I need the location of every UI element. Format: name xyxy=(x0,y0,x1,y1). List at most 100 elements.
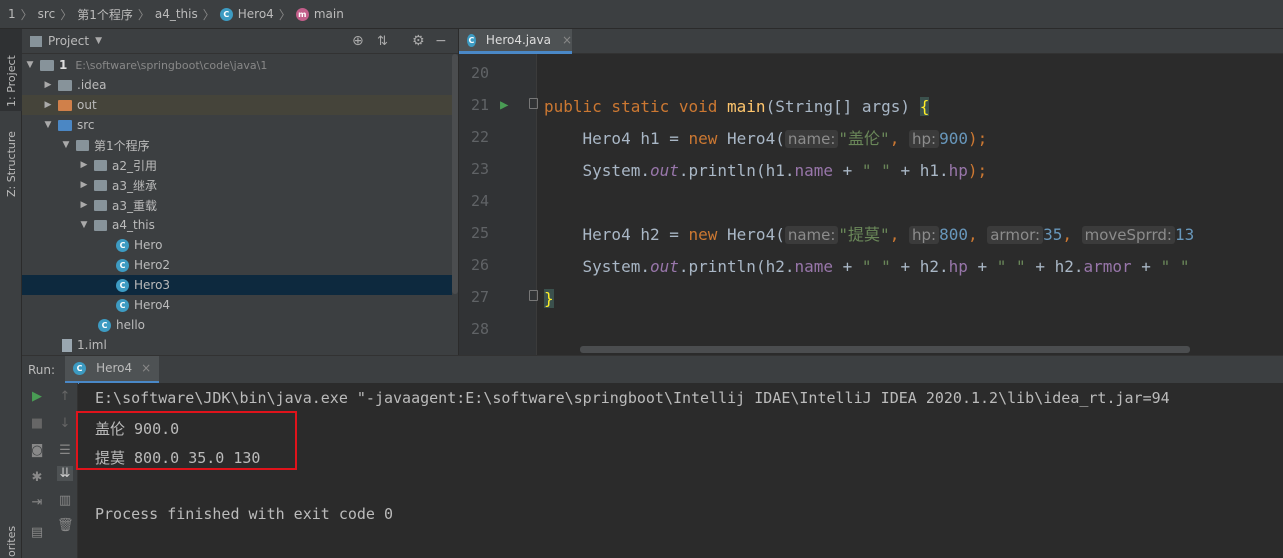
code-token: + xyxy=(833,161,862,180)
code-token: hp xyxy=(948,257,968,276)
soft-wrap-icon[interactable]: ☰ xyxy=(57,443,73,458)
dropdown-arrow-icon[interactable]: ▼ xyxy=(95,36,102,46)
breadcrumb-item-package[interactable]: 第1个程序 xyxy=(77,6,133,23)
code-token: Hero4( xyxy=(727,129,785,148)
exit-icon[interactable]: ⇥ xyxy=(29,495,45,510)
line-number: 23 xyxy=(470,160,489,178)
tree-item-hello[interactable]: C hello xyxy=(22,315,458,335)
project-scrollbar[interactable] xyxy=(452,54,458,355)
fold-icon[interactable] xyxy=(529,98,538,109)
arrow-up-icon[interactable]: ↑ xyxy=(57,389,73,404)
breadcrumb-item-class[interactable]: C Hero4 xyxy=(219,7,274,21)
breadcrumb-item-subpackage[interactable]: a4_this xyxy=(155,7,198,21)
project-tool-tab[interactable]: 1: Project xyxy=(0,29,22,111)
structure-tool-tab[interactable]: Z: Structure xyxy=(0,117,22,203)
chevron-down-icon[interactable]: ▼ xyxy=(60,140,72,150)
code-token: + h2. xyxy=(1025,257,1084,276)
code-token: name xyxy=(794,161,833,180)
layout-icon[interactable]: ▤ xyxy=(29,525,45,540)
tree-root[interactable]: ▼ 1 E:\software\springboot\code\java\1 xyxy=(22,55,458,75)
class-icon: C xyxy=(467,33,476,47)
code-token: } xyxy=(544,289,554,308)
chevron-right-icon[interactable]: ▶ xyxy=(42,80,54,90)
chevron-down-icon[interactable]: ▼ xyxy=(42,120,54,130)
chevron-right-icon[interactable]: ▶ xyxy=(78,200,90,210)
console-command-line: E:\software\JDK\bin\java.exe "-javaagent… xyxy=(95,389,1170,407)
chevron-right-icon[interactable]: ▶ xyxy=(42,100,54,110)
code-token: Hero4( xyxy=(727,225,785,244)
tree-item-label: Hero2 xyxy=(134,258,171,272)
breadcrumb-item-method[interactable]: m main xyxy=(295,7,344,21)
class-icon: C xyxy=(219,7,233,21)
root-path: E:\software\springboot\code\java\1 xyxy=(75,58,268,72)
file-icon xyxy=(62,338,72,352)
tree-item-label: Hero3 xyxy=(134,278,171,292)
editor-tab-bar: C Hero4.java × xyxy=(459,29,1283,54)
tree-item-package-1[interactable]: ▼ 第1个程序 xyxy=(22,135,458,155)
tree-item-hero2[interactable]: C Hero2 xyxy=(22,255,458,275)
method-icon: m xyxy=(295,7,309,21)
scroll-to-end-icon[interactable]: ⇊ xyxy=(57,466,73,481)
run-console[interactable]: E:\software\JDK\bin\java.exe "-javaagent… xyxy=(79,383,1283,558)
tree-item-a3-overload[interactable]: ▶ a3_重载 xyxy=(22,195,458,215)
run-tab-hero4[interactable]: C Hero4 × xyxy=(65,355,160,384)
code-token: new xyxy=(688,129,728,148)
tree-item-a4[interactable]: ▼ a4_this xyxy=(22,215,458,235)
tree-item-src[interactable]: ▼ src xyxy=(22,115,458,135)
chevron-down-icon[interactable]: ▼ xyxy=(78,220,90,230)
class-icon: C xyxy=(98,318,111,332)
tree-item-label: a4_this xyxy=(112,218,155,232)
code-editor[interactable]: public static void main(String[] args) {… xyxy=(538,54,1283,355)
tree-item-idea[interactable]: ▶ .idea xyxy=(22,75,458,95)
breadcrumb-item-src[interactable]: src xyxy=(38,7,56,21)
rerun-icon[interactable]: ▶ xyxy=(29,389,45,404)
breadcrumb-item-project[interactable]: 1 xyxy=(8,7,16,21)
chevron-right-icon: 〉 xyxy=(278,7,291,22)
editor-tab-hero4[interactable]: C Hero4.java × xyxy=(459,29,572,54)
structure-tool-label: Z: Structure xyxy=(5,131,18,197)
tree-item-a3-inherit[interactable]: ▶ a3_继承 xyxy=(22,175,458,195)
breadcrumb-label: a4_this xyxy=(154,7,198,21)
code-token: new xyxy=(688,225,728,244)
chevron-right-icon[interactable]: ▶ xyxy=(78,160,90,170)
horizontal-scrollbar[interactable] xyxy=(580,346,1190,353)
project-panel-title[interactable]: Project xyxy=(48,34,89,48)
tree-item-hero3[interactable]: C Hero3 xyxy=(22,275,458,295)
tree-item-a2[interactable]: ▶ a2_引用 xyxy=(22,155,458,175)
arrow-down-icon[interactable]: ↓ xyxy=(57,416,73,431)
hide-panel-icon[interactable]: − xyxy=(435,33,447,49)
fold-icon[interactable] xyxy=(529,290,538,301)
stop-icon[interactable]: ■ xyxy=(29,416,45,431)
print-icon[interactable]: ▥ xyxy=(57,493,73,508)
close-icon[interactable]: × xyxy=(562,33,572,47)
gear-icon[interactable]: ⚙ xyxy=(412,33,425,49)
code-token: + xyxy=(967,257,997,276)
tree-item-hero4[interactable]: C Hero4 xyxy=(22,295,458,315)
favorites-tool-tab[interactable]: orites xyxy=(0,519,22,558)
collapse-all-icon[interactable]: ⇅ xyxy=(377,34,388,49)
chevron-right-icon: 〉 xyxy=(137,7,150,22)
run-icon[interactable]: ▶ xyxy=(500,97,508,113)
chevron-down-icon[interactable]: ▼ xyxy=(24,60,36,70)
breadcrumb: 1 〉 src 〉 第1个程序 〉 a4_this 〉 C Hero4 〉 m ma… xyxy=(0,0,1283,29)
settings-icon[interactable]: ✱ xyxy=(29,470,45,485)
code-token: armor xyxy=(1083,257,1132,276)
chevron-right-icon[interactable]: ▶ xyxy=(78,180,90,190)
breadcrumb-label: 1 xyxy=(8,7,16,21)
camera-icon[interactable]: ◙ xyxy=(29,443,45,458)
project-panel-header: Project ▼ ⊕ ⇅ ⚙ − xyxy=(22,29,458,54)
breadcrumb-label: src xyxy=(37,7,56,21)
code-token: + xyxy=(1131,257,1161,276)
tree-item-label: 1.iml xyxy=(77,338,107,352)
code-token: Hero4 h2 = xyxy=(544,225,689,244)
chevron-right-icon: 〉 xyxy=(20,7,33,22)
editor-gutter: 20 21 ▶ 22 23 24 25 26 27 28 xyxy=(459,54,538,355)
tree-item-label: a3_重载 xyxy=(112,198,157,213)
close-icon[interactable]: × xyxy=(141,361,151,375)
tree-item-out[interactable]: ▶ out xyxy=(22,95,458,115)
trash-icon[interactable]: 🗑 xyxy=(57,518,74,533)
tree-item-iml[interactable]: 1.iml xyxy=(22,335,458,355)
locate-icon[interactable]: ⊕ xyxy=(352,33,364,49)
tree-item-hero[interactable]: C Hero xyxy=(22,235,458,255)
code-token: main xyxy=(727,97,766,116)
